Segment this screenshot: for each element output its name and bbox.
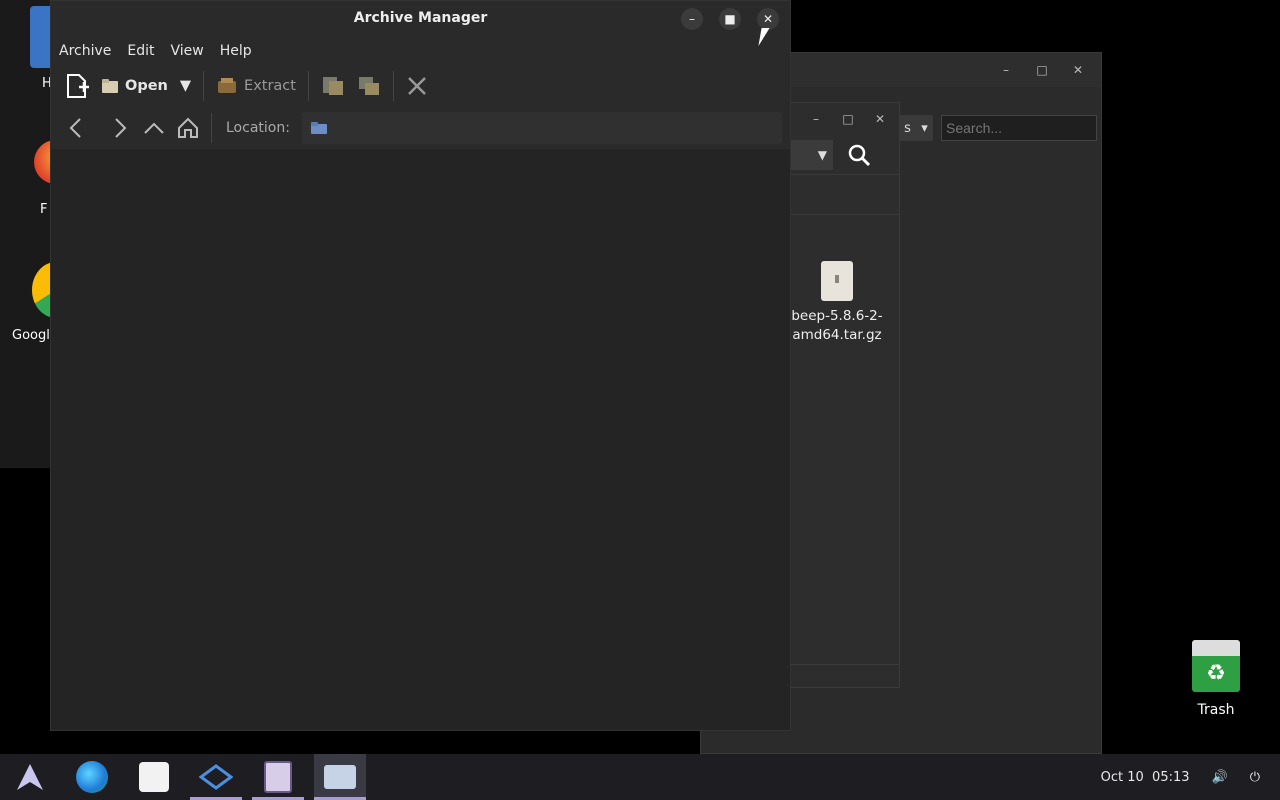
toolbar-separator xyxy=(392,71,394,101)
clock[interactable]: Oct 10 05:13 xyxy=(1101,770,1190,785)
open-label: Open xyxy=(125,78,168,94)
toolbar-separator xyxy=(211,113,212,143)
maximize-icon[interactable]: □ xyxy=(839,110,857,128)
app-menu-button[interactable] xyxy=(4,754,56,800)
open-dropdown-button[interactable]: ▼ xyxy=(174,69,197,103)
stop-icon xyxy=(408,77,426,95)
desktop-trash-icon[interactable]: ♻ Trash xyxy=(1186,640,1246,718)
search-icon[interactable] xyxy=(847,143,871,167)
trash-icon: ♻ xyxy=(1192,640,1240,692)
power-icon[interactable]: ⏻ xyxy=(1250,770,1260,785)
location-bar: Location: xyxy=(51,107,790,149)
desktop-icon-label: Googl xyxy=(12,328,50,343)
toolbar-separator xyxy=(203,71,205,101)
new-document-icon xyxy=(67,74,89,98)
maximize-button[interactable]: ■ xyxy=(719,8,741,30)
maximize-icon[interactable]: □ xyxy=(1033,61,1051,79)
maximize-icon: ■ xyxy=(724,12,736,26)
close-icon[interactable]: ✕ xyxy=(1069,61,1087,79)
taskbar-archive-manager[interactable] xyxy=(314,754,366,800)
archive-file-icon xyxy=(821,261,853,301)
store-icon xyxy=(139,762,169,792)
view-dropdown[interactable]: s ▾ xyxy=(899,115,933,141)
chevron-right-icon xyxy=(115,118,127,138)
home-icon xyxy=(178,117,198,138)
archive-content-area[interactable] xyxy=(51,149,790,730)
taskbar-file-cabinet[interactable] xyxy=(252,754,304,800)
chevron-down-icon: ▾ xyxy=(921,120,928,136)
window-title: Archive Manager xyxy=(353,10,488,26)
chevron-up-icon xyxy=(144,122,164,134)
app-icon xyxy=(199,764,233,790)
close-icon: ✕ xyxy=(762,12,774,26)
forward-button[interactable] xyxy=(103,111,137,145)
desktop-icon-label: F xyxy=(40,202,48,217)
extract-label: Extract xyxy=(244,78,296,94)
new-archive-button[interactable] xyxy=(59,69,95,103)
file-name: beep-5.8.6-2-amd64.tar.gz xyxy=(791,308,883,343)
menu-view[interactable]: View xyxy=(171,43,204,59)
add-folder-icon xyxy=(358,77,379,95)
menubar: Archive Edit View Help xyxy=(51,37,790,65)
time-text: 05:13 xyxy=(1152,769,1190,785)
desktop-background-strip xyxy=(0,0,50,468)
file-cabinet-icon xyxy=(264,761,292,793)
taskbar-app[interactable] xyxy=(190,754,242,800)
location-label: Location: xyxy=(226,120,290,136)
add-folder-button[interactable] xyxy=(351,69,387,103)
back-button[interactable] xyxy=(59,111,93,145)
folder-icon xyxy=(310,122,327,134)
home-button[interactable] xyxy=(171,111,205,145)
minimize-icon: – xyxy=(689,12,695,26)
trash-label: Trash xyxy=(1197,702,1235,718)
arch-logo-icon xyxy=(17,764,43,790)
location-field[interactable] xyxy=(301,112,782,144)
toolbar-separator xyxy=(307,71,309,101)
chevron-down-icon: ▼ xyxy=(817,147,827,162)
date-text: Oct 10 xyxy=(1100,769,1144,785)
add-files-icon xyxy=(322,77,343,95)
taskbar-store[interactable] xyxy=(128,754,180,800)
globe-icon xyxy=(76,761,108,793)
volume-icon[interactable]: 🔊 xyxy=(1212,770,1228,785)
up-button[interactable] xyxy=(137,111,171,145)
search-input[interactable] xyxy=(941,115,1097,141)
taskbar: Oct 10 05:13 🔊 ⏻ xyxy=(0,754,1280,800)
open-folder-icon xyxy=(102,79,118,93)
open-button[interactable]: Open xyxy=(95,69,174,103)
close-button[interactable]: ✕ xyxy=(757,8,779,30)
close-icon[interactable]: ✕ xyxy=(871,110,889,128)
archive-manager-window: Archive Manager – ■ ✕ Archive Edit View … xyxy=(50,0,791,731)
minimize-icon[interactable]: – xyxy=(997,61,1015,79)
menu-help[interactable]: Help xyxy=(220,43,252,59)
dropdown-text: s xyxy=(904,120,911,136)
extract-icon xyxy=(218,78,237,93)
system-tray: Oct 10 05:13 🔊 ⏻ xyxy=(1101,754,1260,800)
menu-edit[interactable]: Edit xyxy=(127,43,154,59)
toolbar: Open ▼ Extract xyxy=(51,65,790,107)
extract-button[interactable]: Extract xyxy=(210,69,302,103)
chevron-left-icon xyxy=(69,118,81,138)
add-files-button[interactable] xyxy=(315,69,351,103)
titlebar: Archive Manager – ■ ✕ xyxy=(51,1,790,37)
taskbar-browser[interactable] xyxy=(66,754,118,800)
file-item[interactable]: beep-5.8.6-2-amd64.tar.gz xyxy=(789,261,885,345)
minimize-button[interactable]: – xyxy=(681,8,703,30)
menu-archive[interactable]: Archive xyxy=(59,43,111,59)
archive-manager-icon xyxy=(324,765,356,789)
minimize-icon[interactable]: – xyxy=(807,110,825,128)
stop-button[interactable] xyxy=(400,69,434,103)
chevron-down-icon: ▼ xyxy=(179,78,192,94)
